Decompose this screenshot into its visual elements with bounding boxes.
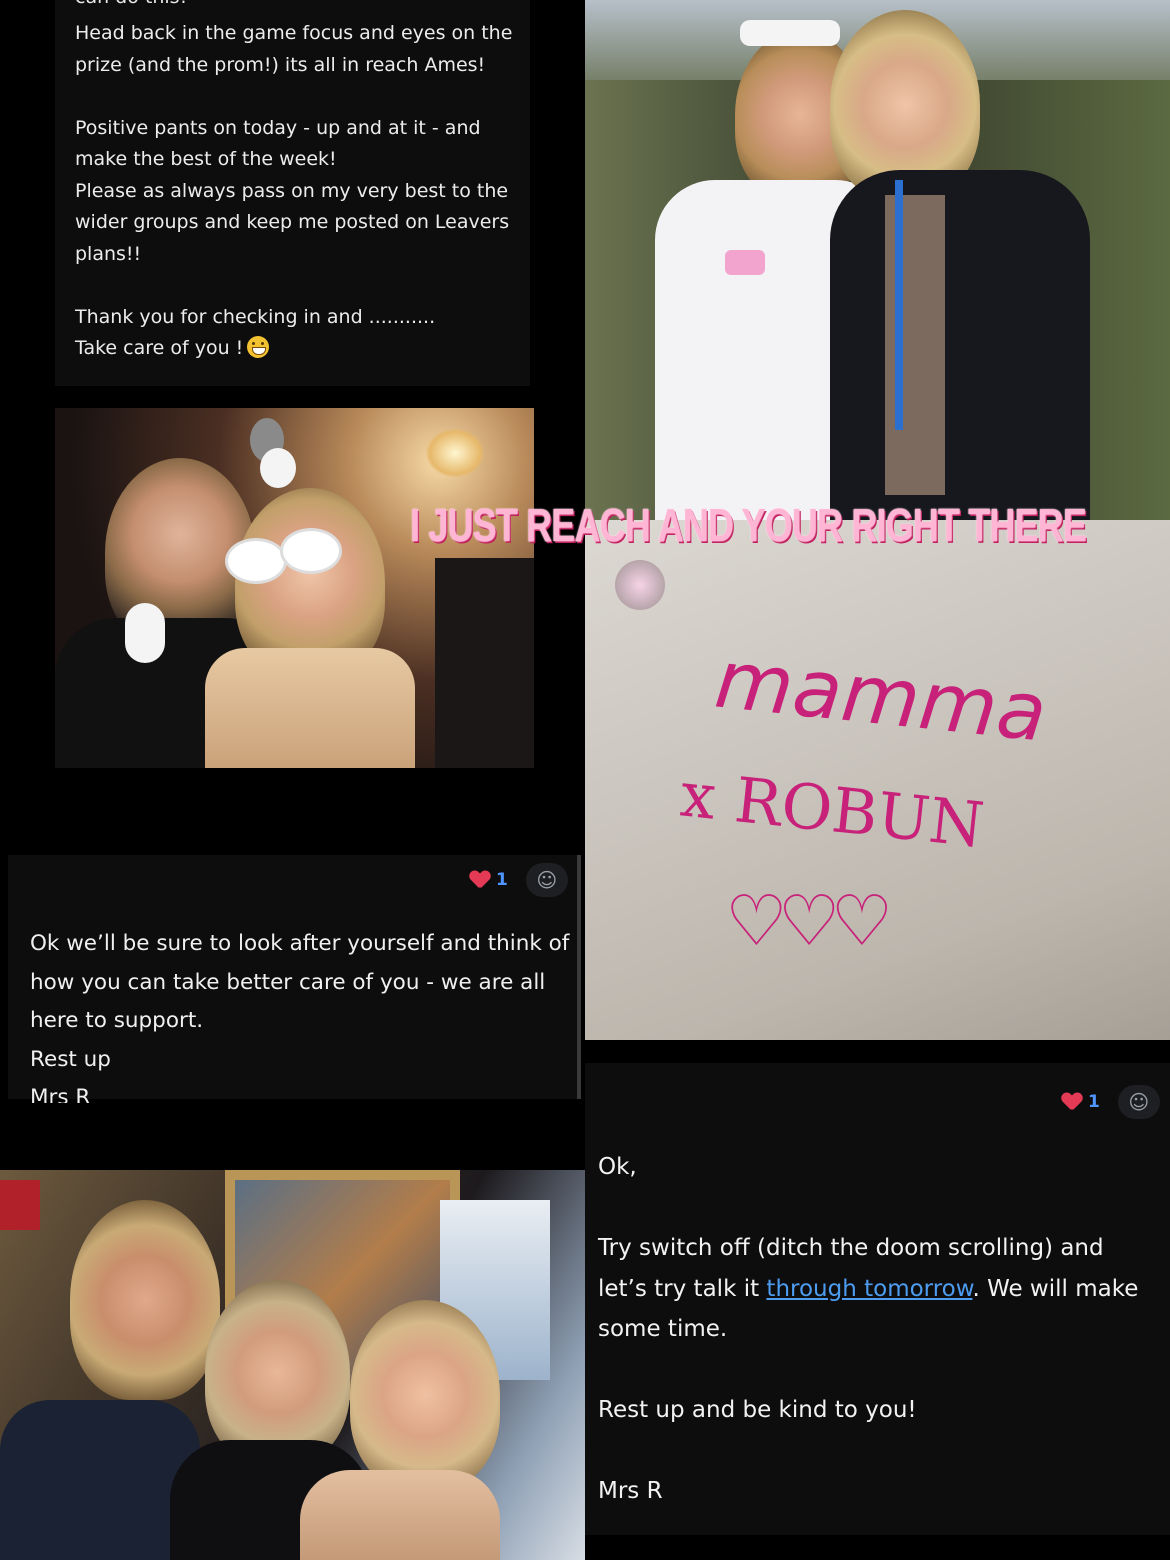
add-reaction-icon[interactable]: ☺ — [1117, 1085, 1160, 1119]
shirt-button — [615, 560, 665, 610]
teacher-head — [205, 1280, 350, 1465]
balloon — [260, 448, 296, 488]
overlay-caption: I JUST REACH AND YOUR RIGHT THERE — [410, 499, 1087, 551]
heart-sunglasses-right — [280, 528, 342, 574]
fire-sign — [0, 1180, 40, 1230]
heart-icon[interactable] — [470, 871, 490, 889]
message-text: Ok we’ll be sure to look after yourself … — [30, 931, 570, 1033]
sequin-dress — [205, 648, 415, 768]
heart-icon[interactable] — [1062, 1093, 1082, 1111]
dark-blazer — [830, 170, 1090, 520]
heart-sunglasses-left — [225, 538, 287, 584]
handwritten-hearts-icon: ♡♡♡ — [725, 880, 893, 962]
message-paragraph: Thank you for checking in and ..........… — [75, 305, 436, 328]
message-card-top: can do this! Head back in the game focus… — [55, 0, 530, 386]
brown-top — [885, 195, 945, 495]
school-leavers-photo — [585, 0, 1170, 520]
signed-shirt-closeup-photo: mamma x ROBUN ♡♡♡ — [585, 520, 1170, 1040]
headphones — [125, 603, 165, 663]
girl-right-head — [350, 1300, 500, 1490]
message-greeting: Ok, — [598, 1154, 637, 1180]
chandelier-light — [425, 428, 485, 478]
message-paragraph: Try switch off (ditch the doom scrolling… — [598, 1228, 1158, 1350]
background-crowd — [435, 558, 534, 768]
message-cut-line: can do this! — [75, 0, 187, 8]
message-body: Ok we’ll be sure to look after yourself … — [30, 925, 570, 1103]
message-signature-cut: Mrs R — [30, 1085, 91, 1103]
prom-selfie-photo — [55, 408, 534, 768]
message-card-bottom: 1 ☺ Ok, Try switch off (ditch the doom s… — [585, 1063, 1170, 1535]
message-paragraph: Positive pants on today - up and at it -… — [75, 116, 481, 171]
add-reaction-icon[interactable]: ☺ — [525, 863, 568, 897]
message-paragraph: Rest up and be kind to you! — [598, 1397, 917, 1423]
message-paragraph: Head back in the game focus and eyes on … — [75, 22, 513, 76]
reaction-bar: 1 ☺ — [1062, 1085, 1160, 1119]
message-paragraph: Please as always pass on my very best to… — [75, 179, 510, 265]
handwriting-mamma: mamma — [711, 632, 1051, 760]
reaction-bar: 1 ☺ — [470, 863, 568, 897]
handwriting-robun: x ROBUN — [677, 757, 988, 862]
sunglasses-on-head — [740, 20, 840, 46]
scrollbar[interactable] — [577, 855, 581, 1099]
pink-cuff — [725, 250, 765, 275]
message-closing: Take care of you ! — [75, 337, 244, 359]
sequin-dress — [300, 1470, 500, 1560]
group-prom-photo — [0, 1170, 585, 1560]
message-card-middle: 1 ☺ Ok we’ll be sure to look after yours… — [8, 855, 581, 1103]
message-line: Rest up — [30, 1046, 111, 1072]
reaction-count: 1 — [496, 870, 508, 890]
grinning-face-emoji-icon — [247, 336, 270, 358]
girl-left-head — [70, 1200, 220, 1400]
lanyard — [895, 180, 903, 430]
through-tomorrow-link[interactable]: through tomorrow — [766, 1276, 972, 1302]
message-signature: Mrs R — [598, 1478, 663, 1504]
message-body: Head back in the game focus and eyes on … — [75, 18, 515, 365]
message-body: Ok, Try switch off (ditch the doom scrol… — [598, 1147, 1158, 1552]
reaction-count: 1 — [1088, 1092, 1100, 1112]
